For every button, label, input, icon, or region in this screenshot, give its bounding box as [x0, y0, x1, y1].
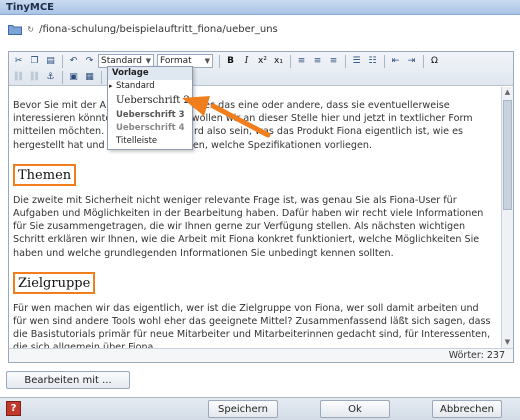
help-icon[interactable]: ? — [6, 401, 21, 416]
annotation-arrow — [182, 96, 271, 138]
edit-with-button[interactable]: Bearbeiten mit ... — [6, 371, 130, 389]
cancel-button[interactable]: Abbrechen — [432, 400, 502, 418]
dialog-footer: ? Speichern Ok Abbrechen — [0, 397, 520, 420]
ok-button[interactable]: Ok — [320, 400, 390, 418]
save-button[interactable]: Speichern — [208, 400, 278, 418]
